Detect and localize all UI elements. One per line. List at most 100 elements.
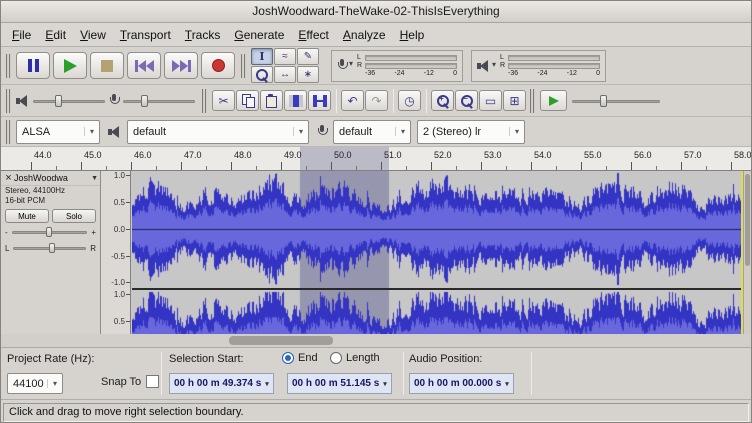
timeline-tick-label: 53.0 [484,150,502,160]
trim-audio-button[interactable] [284,90,307,111]
input-volume-slider[interactable] [123,93,195,109]
gain-max-label: + [91,228,96,237]
stop-button[interactable] [90,52,124,79]
recording-channels-combo[interactable]: 2 (Stereo) lr ▾ [417,120,525,144]
gain-slider[interactable] [12,226,88,238]
copy-button[interactable] [236,90,259,111]
audio-position-label: Audio Position: [409,353,482,365]
track-title[interactable]: JoshWoodwa [14,173,91,183]
project-rate-label: Project Rate (Hz): [7,353,94,365]
play-at-speed-button[interactable] [540,90,567,111]
menu-view[interactable]: View [73,25,113,45]
skip-to-start-button[interactable] [127,52,161,79]
audio-host-combo[interactable]: ALSA ▾ [16,120,100,144]
sync-lock-button[interactable]: ◷ [398,90,421,111]
menu-help[interactable]: Help [393,25,432,45]
record-button[interactable] [201,52,235,79]
menu-effect[interactable]: Effect [291,25,335,45]
playback-speed-slider[interactable] [572,93,660,109]
snap-to-checkbox[interactable] [146,375,159,388]
skip-to-end-button[interactable] [164,52,198,79]
timeline-ruler[interactable]: 44.045.046.047.048.049.050.051.052.053.0… [1,147,751,171]
output-volume-slider[interactable] [33,93,105,109]
silence-audio-button[interactable] [308,90,331,111]
audacity-window: JoshWoodward-TheWake-02-ThisIsEverything… [0,0,752,423]
pan-slider[interactable] [13,242,86,254]
waveform-channel-right[interactable] [132,290,743,334]
title-bar[interactable]: JoshWoodward-TheWake-02-ThisIsEverything [1,1,751,23]
length-radio[interactable]: Length [330,352,380,364]
amplitude-label: 0.0 [114,225,125,234]
timeline-tick-label: 54.0 [534,150,552,160]
meter-dropdown-icon[interactable]: ▾ [349,59,353,68]
vertical-ruler[interactable]: 1.00.50.0-0.5-1.01.00.5 [101,171,131,334]
horizontal-scrollbar-thumb[interactable] [229,336,333,345]
vertical-scrollbar-thumb[interactable] [745,174,750,266]
zoom-in-button[interactable]: + [431,90,454,111]
menu-analyze[interactable]: Analyze [336,25,393,45]
solo-button[interactable]: Solo [52,209,96,223]
timeline-tick-label: 55.0 [584,150,602,160]
draw-tool-button[interactable]: ✎ [297,48,319,65]
clock-icon: ◷ [404,94,414,108]
zoom-tool-icon [256,69,268,81]
recording-device-icon [317,125,327,138]
selection-start-field[interactable]: 00 h 00 m 49.374 s ▾ [169,373,274,394]
fit-selection-button[interactable]: ▭ [479,90,502,111]
project-rate-combo[interactable]: 44100 ▾ [7,373,63,394]
waveform-display[interactable] [132,171,743,334]
selection-tool-button[interactable]: I [251,48,273,65]
recording-meter-bar-left [365,55,457,61]
toolbar-grip[interactable] [6,120,11,144]
horizontal-scrollbar[interactable] [1,334,751,348]
gain-min-label: - [5,228,8,237]
menu-generate[interactable]: Generate [227,25,291,45]
meter-dropdown-icon[interactable]: ▾ [492,60,496,69]
redo-button[interactable]: ↷ [365,90,388,111]
fit-project-button[interactable]: ⊞ [503,90,526,111]
paste-button[interactable] [260,90,283,111]
scissors-icon: ✂ [218,94,228,108]
selection-end-field[interactable]: 00 h 00 m 51.145 s ▾ [287,373,392,394]
toolbar-grip[interactable] [530,89,535,113]
menu-edit[interactable]: Edit [38,25,73,45]
envelope-tool-icon: ≈ [282,51,288,62]
radio-selected-icon [282,352,294,364]
snap-to-control: Snap To [101,375,159,388]
chevron-down-icon: ▾ [395,127,405,136]
meter-scale: -36-24-120 [357,70,457,78]
playback-meter[interactable]: ▾ L R -36-24-120 [471,50,606,82]
stop-icon [101,60,113,72]
playback-device-combo[interactable]: default ▾ [127,120,309,144]
multi-tool-button[interactable]: ∗ [297,66,319,83]
toolbar-grip[interactable] [241,54,246,78]
amplitude-label: -0.5 [111,252,125,261]
recording-device-combo[interactable]: default ▾ [333,120,411,144]
zoom-out-button[interactable]: − [455,90,478,111]
toolbar-grip[interactable] [6,89,11,113]
toolbar-grip[interactable] [202,89,207,113]
timeshift-tool-button[interactable]: ↔ [274,66,296,83]
menu-transport[interactable]: Transport [113,25,178,45]
end-radio[interactable]: End [282,352,318,364]
recording-channels-value: 2 (Stereo) lr [423,126,481,138]
pause-button[interactable] [16,52,50,79]
vertical-scrollbar[interactable] [743,171,751,334]
envelope-tool-button[interactable]: ≈ [274,48,296,65]
cut-button[interactable]: ✂ [212,90,235,111]
toolbar-grip[interactable] [6,54,11,78]
mute-button[interactable]: Mute [5,209,49,223]
track-menu-icon[interactable]: ▼ [91,175,98,182]
audio-position-value: 00 h 00 m 00.000 s [414,378,501,389]
menu-file[interactable]: File [5,25,38,45]
menu-tracks[interactable]: Tracks [178,25,228,45]
zoom-tool-button[interactable] [251,66,273,83]
timeline-tick-label: 45.0 [84,150,102,160]
recording-meter[interactable]: ▾ L R -36-24-120 [331,50,463,82]
audio-position-field[interactable]: 00 h 00 m 00.000 s ▾ [409,373,514,394]
waveform-channel-left[interactable] [132,171,743,288]
track-close-button[interactable]: × [3,172,14,185]
timeline-tick-label: 56.0 [634,150,652,160]
play-button[interactable] [53,52,87,79]
undo-button[interactable]: ↶ [341,90,364,111]
